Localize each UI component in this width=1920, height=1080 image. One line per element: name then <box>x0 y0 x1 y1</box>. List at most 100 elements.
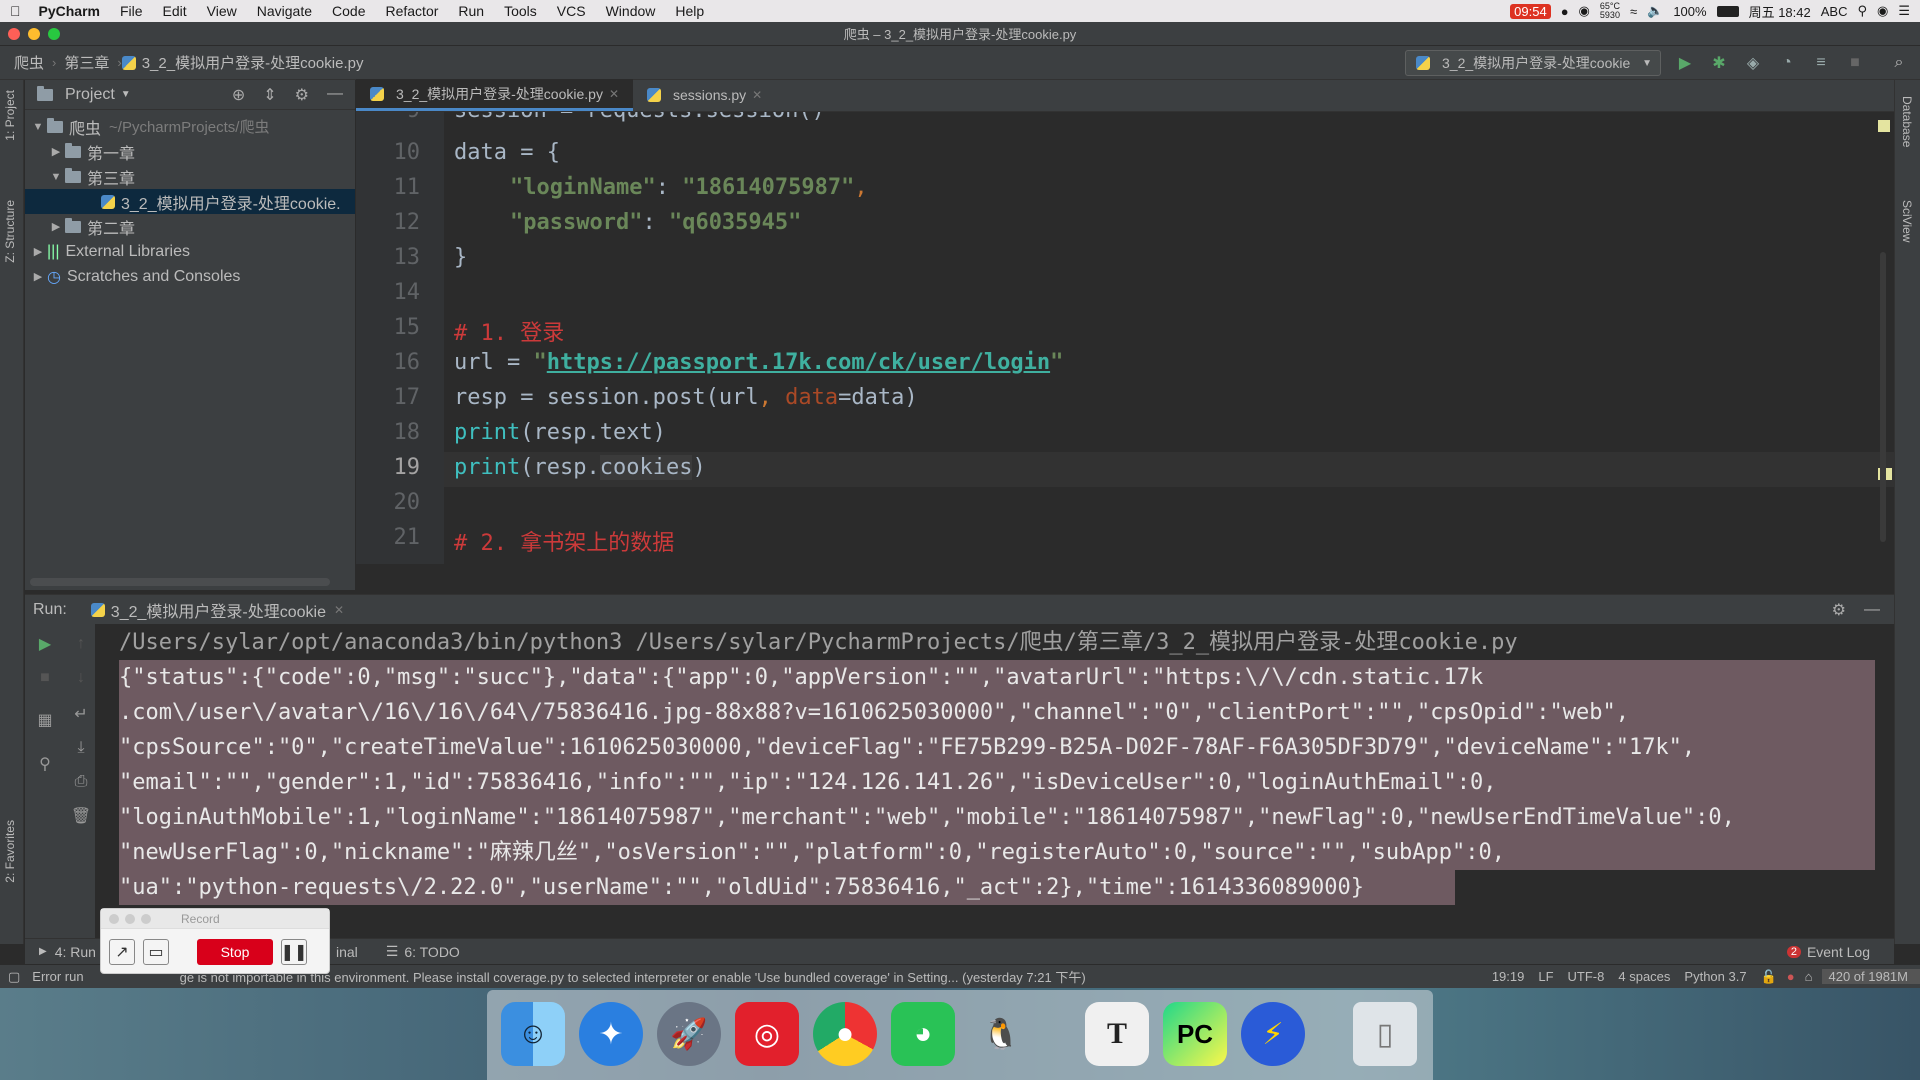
tab-current-file[interactable]: 3_2_模拟用户登录-处理cookie.py ✕ <box>356 79 634 111</box>
structure-tool-tab[interactable]: Z: Structure <box>3 200 17 263</box>
trash-icon[interactable]: ▯ <box>1353 1002 1417 1066</box>
menu-tools[interactable]: Tools <box>494 3 547 19</box>
input-source[interactable]: ABC <box>1821 4 1848 19</box>
tree-item-root[interactable]: ▼ 爬虫 ~/PycharmProjects/爬虫 <box>25 114 355 139</box>
favorites-tool-tab[interactable]: 2: Favorites <box>3 820 17 883</box>
event-log-tab[interactable]: Event Log <box>1801 944 1894 960</box>
minimize-icon[interactable] <box>125 913 135 924</box>
close-icon[interactable]: ✕ <box>334 603 344 617</box>
file-encoding[interactable]: UTF-8 <box>1568 969 1619 984</box>
python-interpreter[interactable]: Python 3.7 <box>1684 969 1760 984</box>
chevron-down-icon[interactable]: ▼ <box>121 89 131 100</box>
print-icon[interactable]: ⎙ <box>69 770 93 794</box>
menu-help[interactable]: Help <box>665 3 714 19</box>
status-toggle-icon[interactable]: ▢ <box>0 969 32 985</box>
datetime[interactable]: 周五 18:42 <box>1749 2 1811 21</box>
breadcrumb-project[interactable]: 爬虫 <box>0 52 52 73</box>
expanded-arrow-icon[interactable]: ▼ <box>47 171 65 183</box>
netease-music-icon[interactable]: ◎ <box>735 1002 799 1066</box>
app-menu[interactable]: PyCharm <box>31 3 110 19</box>
url-link[interactable]: https://passport.17k.com/ck/user/login <box>547 350 1050 375</box>
menu-navigate[interactable]: Navigate <box>247 3 322 19</box>
stop-icon[interactable]: ■ <box>33 666 57 690</box>
menu-view[interactable]: View <box>197 3 247 19</box>
apple-icon[interactable]:  <box>0 3 31 19</box>
pause-icon[interactable]: ❚❚ <box>281 939 307 965</box>
up-arrow-icon[interactable]: ↑ <box>69 632 93 656</box>
wechat-icon[interactable]: ◕ <box>891 1002 955 1066</box>
todo-tool-tab[interactable]: 6: TODO <box>398 944 460 960</box>
tab-sessions[interactable]: sessions.py ✕ <box>633 79 776 111</box>
memory-indicator[interactable]: 420 of 1981M <box>1822 969 1920 984</box>
stop-icon[interactable]: ■ <box>1846 54 1864 72</box>
collapsed-arrow-icon[interactable]: ▶ <box>29 270 47 283</box>
thunder-icon[interactable]: ⚡ <box>1241 1002 1305 1066</box>
code-editor[interactable]: 9 10 11 12 13 14 15 16 17 18 19 20 21 se… <box>356 112 1894 564</box>
inspection-marker-icon[interactable] <box>1878 120 1890 132</box>
stop-button[interactable]: Stop <box>197 939 273 965</box>
typora-icon[interactable]: T <box>1085 1002 1149 1066</box>
project-horizontal-scrollbar[interactable] <box>30 578 330 586</box>
siri-icon[interactable]: ◉ <box>1877 3 1888 19</box>
close-icon[interactable] <box>109 913 119 924</box>
expanded-arrow-icon[interactable]: ▼ <box>29 121 47 133</box>
tree-item-external-libraries[interactable]: ▶ ||| External Libraries <box>25 239 355 264</box>
run-console[interactable]: /Users/sylar/opt/anaconda3/bin/python3 /… <box>95 624 1894 944</box>
tree-item-chapter3[interactable]: ▼ 第三章 <box>25 164 355 189</box>
editor-vertical-scrollbar[interactable] <box>1880 252 1886 542</box>
app-icon[interactable]: ● <box>1561 4 1569 19</box>
close-icon[interactable]: ✕ <box>609 87 619 101</box>
hide-icon[interactable]: — <box>1864 601 1880 619</box>
run-tool-tab[interactable]: 4: Run <box>47 944 96 960</box>
project-tool-tab[interactable]: 1: Project <box>3 90 17 141</box>
collapse-all-icon[interactable]: ⇕ <box>263 85 276 105</box>
indent-setting[interactable]: 4 spaces <box>1618 969 1684 984</box>
debug-icon[interactable]: ✱ <box>1710 54 1728 72</box>
menu-code[interactable]: Code <box>322 3 375 19</box>
database-tool-tab[interactable]: Database <box>1900 96 1914 147</box>
run-configuration-select[interactable]: 3_2_模拟用户登录-处理cookie ▼ <box>1405 50 1661 76</box>
search-icon[interactable]: ⌕ <box>1890 54 1908 72</box>
camera-icon[interactable]: ▭ <box>143 939 169 965</box>
battery-percent[interactable]: 100% <box>1673 4 1706 19</box>
menu-edit[interactable]: Edit <box>153 3 197 19</box>
gc-icon[interactable]: ⌂ <box>1805 969 1823 984</box>
breadcrumb-file[interactable]: 3_2_模拟用户登录-处理cookie.py <box>142 52 372 73</box>
menu-run[interactable]: Run <box>448 3 494 19</box>
launchpad-icon[interactable]: 🚀 <box>657 1002 721 1066</box>
collapsed-arrow-icon[interactable]: ▶ <box>47 220 65 233</box>
menu-file[interactable]: File <box>110 3 153 19</box>
menu-window[interactable]: Window <box>596 3 666 19</box>
finder-icon[interactable]: ☺ <box>501 1002 565 1066</box>
down-arrow-icon[interactable]: ↓ <box>69 666 93 690</box>
tree-item-chapter2[interactable]: ▶ 第二章 <box>25 214 355 239</box>
menu-vcs[interactable]: VCS <box>547 3 596 19</box>
layout-icon[interactable]: ▦ <box>33 708 57 732</box>
collapsed-arrow-icon[interactable]: ▶ <box>29 245 47 258</box>
pycharm-icon[interactable]: PC <box>1163 1002 1227 1066</box>
scroll-to-end-icon[interactable]: ⤓ <box>69 736 93 760</box>
trash-icon[interactable]: 🗑 <box>69 804 93 828</box>
run-tab[interactable]: 3_2_模拟用户登录-处理cookie <box>111 598 326 622</box>
caret-position[interactable]: 19:19 <box>1492 969 1539 984</box>
recording-clock[interactable]: 09:54 <box>1510 3 1551 19</box>
temp-readout[interactable]: 65°C 5930 <box>1600 2 1620 20</box>
tree-item-current-file[interactable]: 3_2_模拟用户登录-处理cookie. <box>25 189 355 214</box>
sciview-tool-tab[interactable]: SciView <box>1900 200 1914 242</box>
zoom-window-button[interactable] <box>48 28 60 40</box>
run-icon[interactable]: ▶ <box>1676 54 1694 72</box>
notification-center-icon[interactable]: ☰ <box>1898 3 1910 19</box>
safari-icon[interactable]: ✦ <box>579 1002 643 1066</box>
concurrency-icon[interactable]: ≡ <box>1812 54 1830 72</box>
wifi-icon[interactable]: ≈ <box>1630 4 1637 19</box>
breadcrumb-folder[interactable]: 第三章 <box>56 52 117 73</box>
status-message[interactable]: Error run <box>32 969 83 984</box>
inspector-icon[interactable]: ● <box>1787 969 1805 984</box>
rerun-icon[interactable]: ▶ <box>33 632 57 656</box>
tree-item-scratches[interactable]: ▶ ◷ Scratches and Consoles <box>25 264 355 289</box>
qq-icon[interactable]: 🐧 <box>969 1002 1033 1066</box>
collapsed-arrow-icon[interactable]: ▶ <box>47 145 65 158</box>
close-window-button[interactable] <box>8 28 20 40</box>
chrome-icon[interactable]: ● <box>813 1002 877 1066</box>
zoom-icon[interactable] <box>141 913 151 924</box>
